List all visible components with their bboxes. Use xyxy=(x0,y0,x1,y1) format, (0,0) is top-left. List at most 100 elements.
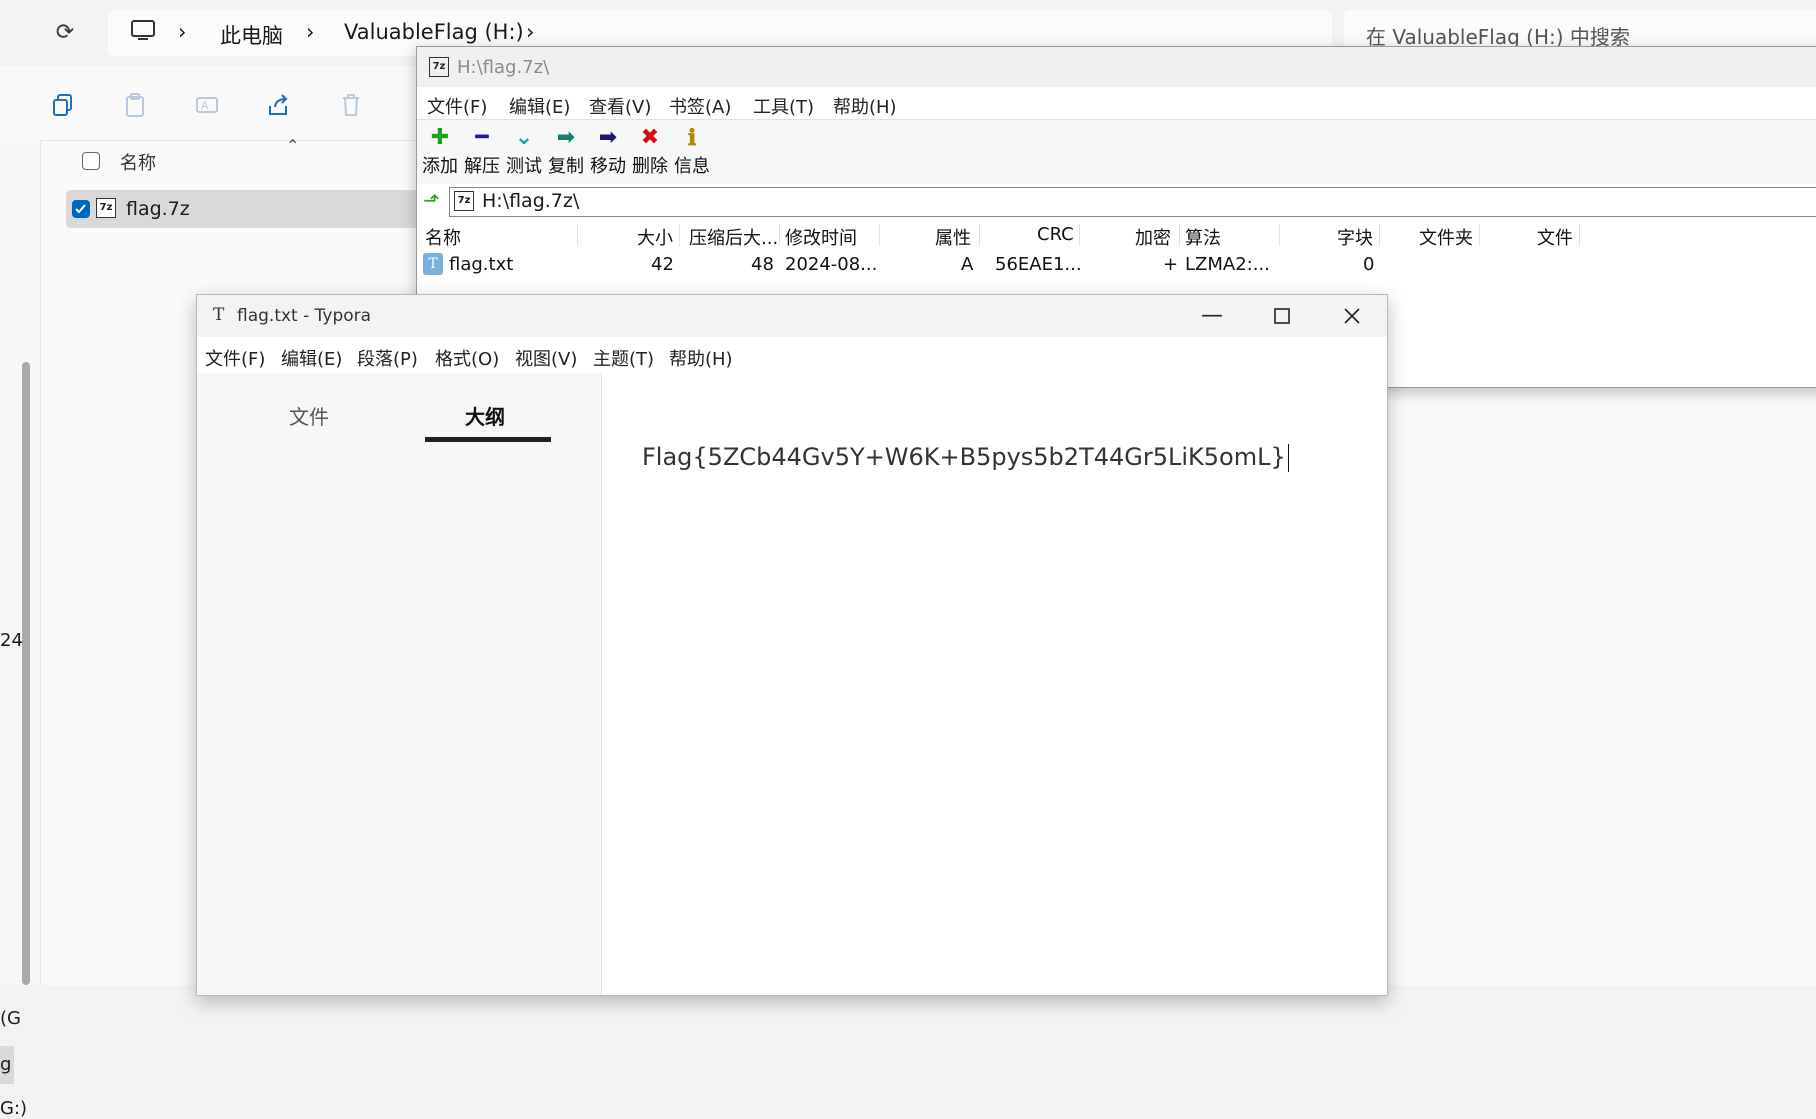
delete-icon[interactable] xyxy=(338,92,364,118)
typora-title-bar[interactable]: T flag.txt - Typora — xyxy=(197,295,1387,337)
svg-text:A: A xyxy=(201,100,209,112)
menu-help[interactable]: 帮助(H) xyxy=(833,93,897,119)
7zip-title: H:\flag.7z\ xyxy=(457,57,550,78)
breadcrumb-this-pc[interactable]: 此电脑 xyxy=(220,20,283,50)
scrollbar[interactable] xyxy=(22,362,30,985)
typora-menu-bar: 文件(F) 编辑(E) 段落(P) 格式(O) 视图(V) 主题(T) 帮助(H… xyxy=(197,337,1387,373)
menu-paragraph[interactable]: 段落(P) xyxy=(357,345,418,371)
up-folder-icon[interactable]: ⬏ xyxy=(423,188,440,212)
menu-file[interactable]: 文件(F) xyxy=(205,345,265,371)
col-method[interactable]: 算法 xyxy=(1185,224,1221,250)
menu-edit[interactable]: 编辑(E) xyxy=(281,345,342,371)
menu-theme[interactable]: 主题(T) xyxy=(593,345,654,371)
info-button[interactable]: ℹ 信息 xyxy=(671,124,713,180)
move-icon: ➡ xyxy=(598,125,618,150)
active-tab-indicator xyxy=(425,437,551,442)
row-crc: 56EAE1... xyxy=(995,254,1082,275)
delete-icon: ✖ xyxy=(640,125,660,150)
select-all-checkbox[interactable] xyxy=(82,152,100,170)
col-modified[interactable]: 修改时间 xyxy=(785,224,857,250)
col-packed[interactable]: 压缩后大... xyxy=(689,224,778,250)
menu-view[interactable]: 视图(V) xyxy=(515,345,577,371)
column-name[interactable]: 名称 xyxy=(120,149,156,175)
col-files[interactable]: 文件 xyxy=(1537,224,1573,250)
col-encrypted[interactable]: 加密 xyxy=(1135,224,1171,250)
test-button[interactable]: ⌄ 测试 xyxy=(503,124,545,180)
chevron-right-icon[interactable]: › xyxy=(526,20,534,44)
copy-icon[interactable] xyxy=(50,92,76,118)
paste-icon[interactable] xyxy=(122,92,148,118)
nav-fragment: 24 xyxy=(0,630,23,651)
typora-sidebar: 文件 大纲 xyxy=(197,373,602,995)
info-icon: ℹ xyxy=(687,125,697,151)
extract-icon: ━ xyxy=(475,125,489,150)
menu-format[interactable]: 格式(O) xyxy=(435,345,499,371)
menu-edit[interactable]: 编辑(E) xyxy=(509,93,570,119)
rename-icon[interactable]: A xyxy=(194,92,220,118)
table-row[interactable]: T flag.txt 42 48 2024-08... A 56EAE1... … xyxy=(417,250,1816,280)
navigation-pane: 24 (G g G:) xyxy=(0,140,41,1119)
tab-files[interactable]: 文件 xyxy=(289,401,329,430)
7z-file-icon: 7z xyxy=(454,191,474,211)
nav-fragment: (G xyxy=(0,1008,21,1029)
row-size: 42 xyxy=(651,254,674,275)
col-block[interactable]: 字块 xyxy=(1337,224,1373,250)
maximize-icon[interactable] xyxy=(1247,295,1317,337)
col-attributes[interactable]: 属性 xyxy=(935,224,971,250)
extract-label: 解压 xyxy=(464,156,500,177)
chevron-right-icon: › xyxy=(306,20,315,44)
close-icon[interactable] xyxy=(1317,295,1387,337)
move-button[interactable]: ➡ 移动 xyxy=(587,124,629,180)
explorer-command-bar: A xyxy=(0,66,420,141)
menu-tools[interactable]: 工具(T) xyxy=(753,93,814,119)
7zip-app-icon: 7z xyxy=(429,57,449,77)
file-checkbox[interactable] xyxy=(72,200,90,218)
share-icon[interactable] xyxy=(266,92,292,118)
menu-bookmarks[interactable]: 书签(A) xyxy=(669,93,731,119)
col-folders[interactable]: 文件夹 xyxy=(1419,224,1473,250)
test-icon: ⌄ xyxy=(514,125,534,150)
tab-outline[interactable]: 大纲 xyxy=(465,401,505,430)
menu-help[interactable]: 帮助(H) xyxy=(669,345,733,371)
extract-button[interactable]: ━ 解压 xyxy=(461,124,503,180)
move-label: 移动 xyxy=(590,156,626,177)
add-button[interactable]: ✚ 添加 xyxy=(419,124,461,180)
row-packed: 48 xyxy=(751,254,774,275)
col-crc[interactable]: CRC xyxy=(1037,224,1074,245)
delete-label: 删除 xyxy=(632,156,668,177)
refresh-icon[interactable]: ⟳ xyxy=(50,18,80,48)
row-modified: 2024-08... xyxy=(785,254,878,275)
menu-view[interactable]: 查看(V) xyxy=(589,93,651,119)
7zip-path-bar: ⬏ 7z H:\flag.7z\ xyxy=(417,184,1816,221)
copy-button[interactable]: ➡ 复制 xyxy=(545,124,587,180)
computer-icon xyxy=(130,19,156,43)
test-label: 测试 xyxy=(506,156,542,177)
nav-fragment: G:) xyxy=(0,1098,28,1119)
row-method: LZMA2:... xyxy=(1185,254,1270,275)
chevron-right-icon: › xyxy=(178,20,187,44)
row-encrypted: + xyxy=(1163,254,1179,275)
nav-selected-item[interactable]: g xyxy=(0,1046,14,1084)
7zip-title-bar[interactable]: 7z H:\flag.7z\ xyxy=(417,47,1816,87)
info-label: 信息 xyxy=(674,156,710,177)
file-row[interactable]: 7z flag.7z xyxy=(66,190,426,228)
document-text[interactable]: Flag{5ZCb44Gv5Y+W6K+B5pys5b2T44Gr5LiK5om… xyxy=(642,443,1289,472)
7zip-menu-bar: 文件(F) 编辑(E) 查看(V) 书签(A) 工具(T) 帮助(H) xyxy=(417,87,1816,120)
typora-app-icon: T xyxy=(213,305,225,325)
delete-button[interactable]: ✖ 删除 xyxy=(629,124,671,180)
file-name: flag.7z xyxy=(126,198,190,220)
col-name[interactable]: 名称 xyxy=(425,224,461,250)
text-cursor xyxy=(1287,444,1289,472)
col-size[interactable]: 大小 xyxy=(637,224,673,250)
path-input[interactable]: 7z H:\flag.7z\ xyxy=(449,187,1816,217)
flag-text: Flag{5ZCb44Gv5Y+W6K+B5pys5b2T44Gr5LiK5om… xyxy=(642,443,1286,471)
nav-fragment: g xyxy=(0,1054,12,1075)
add-label: 添加 xyxy=(422,156,458,177)
typora-editor[interactable]: Flag{5ZCb44Gv5Y+W6K+B5pys5b2T44Gr5LiK5om… xyxy=(602,373,1387,995)
row-attributes: A xyxy=(961,254,974,275)
menu-file[interactable]: 文件(F) xyxy=(427,93,487,119)
breadcrumb-drive[interactable]: ValuableFlag (H:) xyxy=(344,20,524,44)
7z-file-icon: 7z xyxy=(96,198,116,218)
minimize-icon[interactable]: — xyxy=(1177,295,1247,337)
sort-up-icon: ⌃ xyxy=(286,136,300,155)
